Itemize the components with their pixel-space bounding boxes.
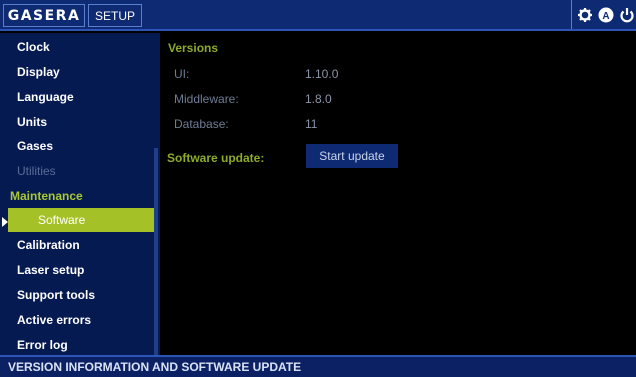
sidebar-section-maintenance: Maintenance bbox=[10, 189, 83, 203]
power-icon[interactable] bbox=[620, 7, 634, 23]
sidebar-item-language[interactable]: Language bbox=[0, 85, 154, 109]
top-bar: GASERA SETUP A bbox=[0, 0, 636, 31]
auto-mode-icon[interactable]: A bbox=[598, 7, 614, 23]
tab-setup[interactable]: SETUP bbox=[88, 4, 142, 27]
version-value-ui: 1.10.0 bbox=[305, 67, 339, 81]
svg-text:A: A bbox=[602, 11, 609, 22]
sidebar-item-laser-setup[interactable]: Laser setup bbox=[0, 258, 154, 282]
sidebar-item-gases[interactable]: Gases bbox=[0, 134, 154, 158]
versions-heading: Versions bbox=[168, 41, 219, 55]
start-update-button[interactable]: Start update bbox=[306, 144, 398, 168]
sidebar-item-calibration[interactable]: Calibration bbox=[0, 233, 154, 257]
selection-arrow-icon bbox=[2, 217, 8, 227]
top-icon-group: A bbox=[571, 0, 636, 29]
sidebar-item-units[interactable]: Units bbox=[0, 110, 154, 134]
version-label-database: Database: bbox=[174, 117, 229, 131]
sidebar-item-utilities: Utilities bbox=[17, 164, 56, 178]
sidebar-item-error-log[interactable]: Error log bbox=[0, 333, 154, 357]
version-label-middleware: Middleware: bbox=[174, 92, 239, 106]
version-label-ui: UI: bbox=[174, 67, 190, 81]
sidebar-scrollbar[interactable] bbox=[154, 148, 158, 355]
software-update-label: Software update: bbox=[167, 151, 265, 165]
main-panel: Versions UI: 1.10.0 Middleware: 1.8.0 Da… bbox=[160, 33, 636, 355]
gear-icon[interactable] bbox=[578, 7, 592, 22]
version-value-database: 11 bbox=[305, 117, 318, 131]
sidebar-item-clock[interactable]: Clock bbox=[0, 35, 154, 59]
status-bar: VERSION INFORMATION AND SOFTWARE UPDATE bbox=[0, 355, 636, 377]
sidebar: Clock Display Language Units Gases Utili… bbox=[0, 33, 160, 355]
sidebar-item-support-tools[interactable]: Support tools bbox=[0, 283, 154, 307]
sidebar-item-software[interactable]: Software bbox=[8, 208, 154, 232]
sidebar-item-active-errors[interactable]: Active errors bbox=[0, 308, 154, 332]
sidebar-item-display[interactable]: Display bbox=[0, 60, 154, 84]
version-value-middleware: 1.8.0 bbox=[305, 92, 332, 106]
brand-logo: GASERA bbox=[3, 4, 85, 27]
